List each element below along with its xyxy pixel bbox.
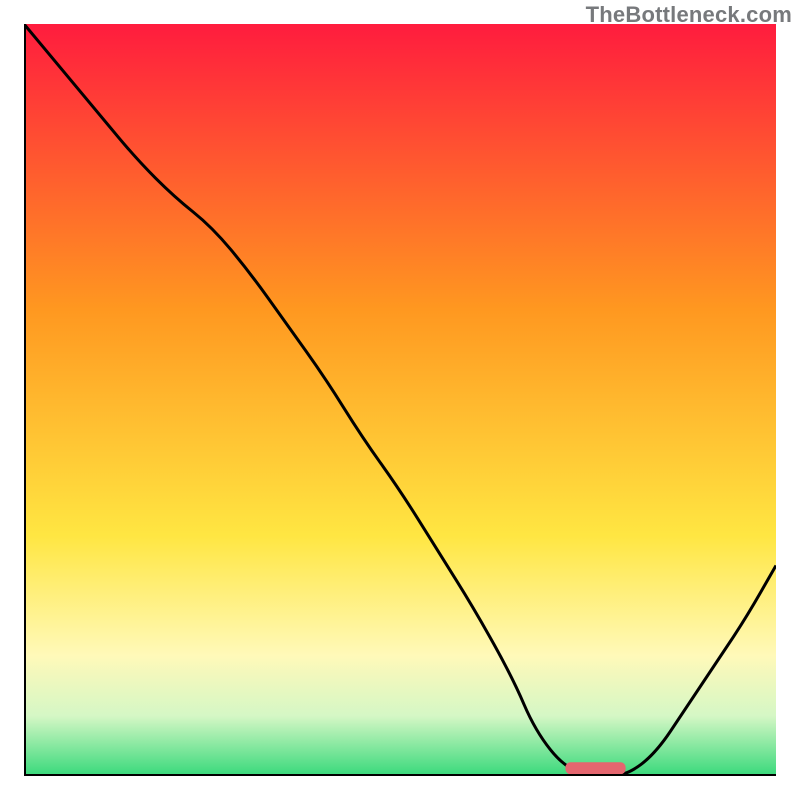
- plot-area: [24, 24, 776, 776]
- optimal-marker: [565, 762, 625, 774]
- curve-layer: [24, 24, 776, 776]
- bottleneck-curve: [24, 24, 776, 776]
- chart-container: TheBottleneck.com: [0, 0, 800, 800]
